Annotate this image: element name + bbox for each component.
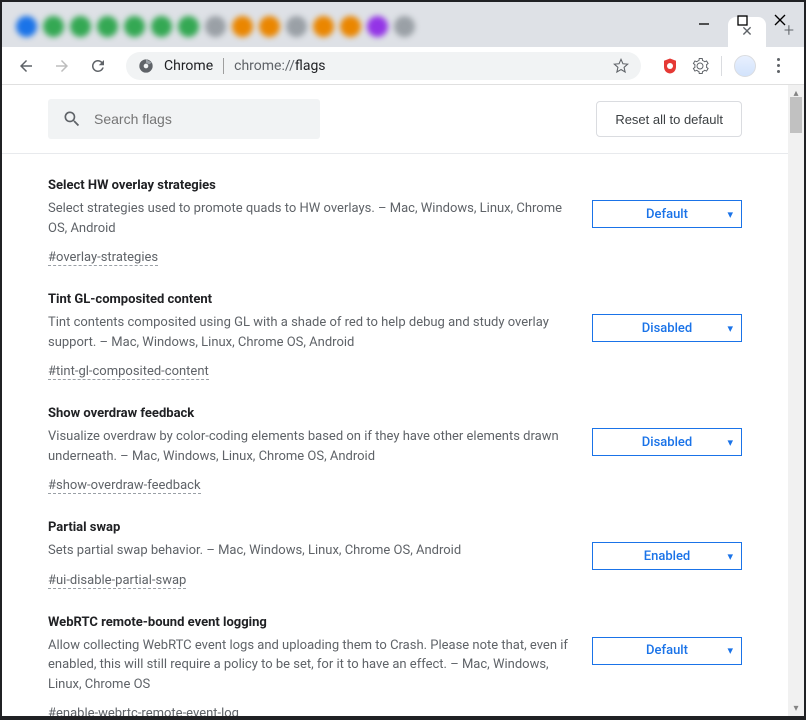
titlebar: ✕ + — [2, 2, 804, 47]
reset-all-button[interactable]: Reset all to default — [596, 101, 742, 137]
window-controls — [680, 2, 804, 38]
flag-select[interactable]: Default — [592, 200, 742, 228]
flag-item: Tint GL-composited content Tint contents… — [48, 274, 742, 388]
toolbar-divider — [721, 56, 722, 76]
star-icon[interactable] — [613, 58, 629, 74]
flag-title: Tint GL-composited content — [48, 292, 568, 307]
site-label: Chrome — [164, 58, 213, 74]
flag-select[interactable]: Enabled — [592, 542, 742, 570]
flag-item: Select HW overlay strategies Select stra… — [48, 160, 742, 274]
flags-header: Reset all to default — [2, 85, 788, 154]
profile-avatar[interactable] — [734, 55, 756, 77]
flag-select[interactable]: Default — [592, 637, 742, 665]
flag-description: Visualize overdraw by color-coding eleme… — [48, 427, 568, 466]
page-content: Reset all to default Select HW overlay s… — [2, 85, 788, 716]
scrollbar[interactable]: ▴ ▾ — [788, 85, 804, 716]
scroll-down-icon[interactable]: ▾ — [788, 700, 804, 716]
flag-item: Show overdraw feedback Visualize overdra… — [48, 388, 742, 502]
toolbar: Chrome chrome://flags — [2, 47, 804, 85]
scroll-thumb[interactable] — [790, 97, 802, 133]
flag-hash-link[interactable]: #ui-disable-partial-swap — [48, 573, 186, 589]
flag-hash-link[interactable]: #show-overdraw-feedback — [48, 478, 201, 494]
menu-button[interactable] — [768, 58, 788, 73]
close-window-button[interactable] — [770, 10, 790, 30]
forward-button[interactable] — [48, 52, 76, 80]
back-button[interactable] — [12, 52, 40, 80]
search-icon — [62, 109, 82, 129]
flag-description: Allow collecting WebRTC event logs and u… — [48, 636, 568, 695]
flag-hash-link[interactable]: #enable-webrtc-remote-event-log — [48, 706, 239, 716]
search-box[interactable] — [48, 99, 320, 139]
reload-button[interactable] — [84, 52, 112, 80]
flag-item: WebRTC remote-bound event logging Allow … — [48, 597, 742, 717]
flags-list: Select HW overlay strategies Select stra… — [2, 154, 788, 716]
flag-title: Show overdraw feedback — [48, 406, 568, 421]
flag-select[interactable]: Disabled — [592, 314, 742, 342]
flag-hash-link[interactable]: #tint-gl-composited-content — [48, 364, 209, 380]
site-info-icon[interactable] — [138, 58, 154, 74]
extension-icon-gear[interactable] — [691, 57, 709, 75]
flag-description: Tint contents composited using GL with a… — [48, 313, 568, 352]
flag-item: Partial swap Sets partial swap behavior.… — [48, 502, 742, 597]
extension-icons — [655, 55, 794, 77]
flag-hash-link[interactable]: #overlay-strategies — [48, 250, 158, 266]
flag-title: Select HW overlay strategies — [48, 178, 568, 193]
search-input[interactable] — [94, 111, 306, 127]
omnibox-divider — [223, 58, 224, 74]
flag-description: Sets partial swap behavior. – Mac, Windo… — [48, 541, 568, 561]
browser-window: ✕ + Chrome — [2, 2, 804, 716]
background-tabs — [10, 16, 728, 47]
url-text: chrome://flags — [234, 58, 325, 74]
flag-title: Partial swap — [48, 520, 568, 535]
flag-select[interactable]: Disabled — [592, 428, 742, 456]
maximize-button[interactable] — [732, 10, 752, 30]
flag-title: WebRTC remote-bound event logging — [48, 615, 568, 630]
omnibox[interactable]: Chrome chrome://flags — [126, 52, 641, 80]
extension-icon-ublock[interactable] — [661, 57, 679, 75]
flag-description: Select strategies used to promote quads … — [48, 199, 568, 238]
minimize-button[interactable] — [694, 10, 714, 30]
